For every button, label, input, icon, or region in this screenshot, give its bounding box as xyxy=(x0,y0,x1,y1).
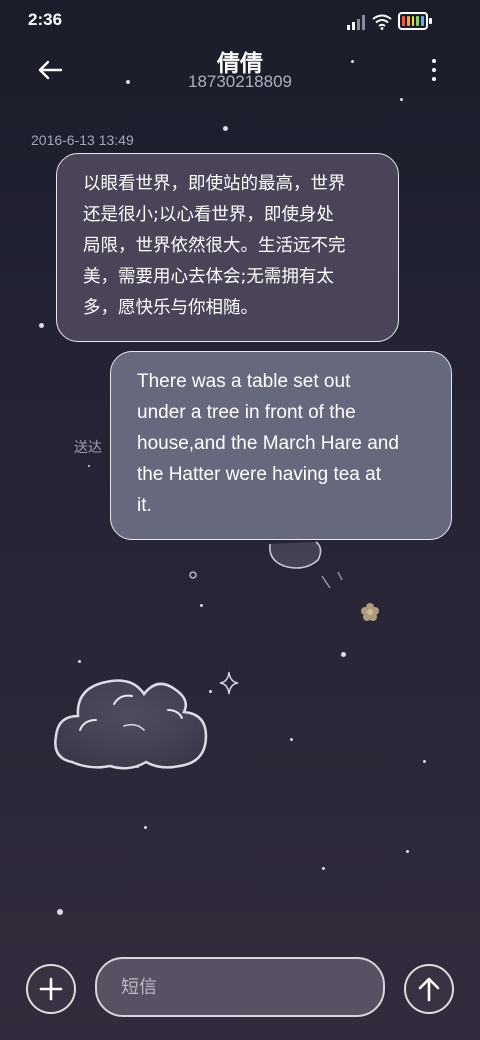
conversation-header: 倩倩 18730218809 xyxy=(0,44,480,104)
send-button[interactable] xyxy=(404,964,454,1014)
flower-decoration-icon xyxy=(361,603,379,621)
message-line: 多，愿快乐与你相随。 xyxy=(83,298,258,318)
battery-icon xyxy=(398,12,428,30)
more-options-button[interactable] xyxy=(422,56,446,84)
arrow-up-icon xyxy=(418,977,440,1002)
signal-icon xyxy=(347,15,365,30)
rain-lines-decoration xyxy=(321,571,343,589)
message-line: There was a table set out xyxy=(137,371,351,392)
message-line: it. xyxy=(137,495,152,516)
message-timestamp: 2016-6-13 13:49 xyxy=(31,132,134,148)
ring-decoration-icon xyxy=(189,571,197,579)
message-line: 美，需要用心去体会;无需拥有太 xyxy=(83,267,334,287)
status-icons xyxy=(346,12,456,32)
incoming-message-bubble[interactable]: 以眼看世界，即使站的最高，世界 还是很小;以心看世界，即使身处 局限，世界依然很… xyxy=(56,153,399,342)
delivery-status: 送达 xyxy=(74,440,102,456)
contact-phone-number: 18730218809 xyxy=(187,72,292,91)
battery-tip xyxy=(429,18,432,24)
cloud-decoration xyxy=(54,679,208,770)
outgoing-message-bubble[interactable]: There was a table set out under a tree i… xyxy=(110,351,452,540)
sparkle-icon xyxy=(219,671,239,695)
plus-icon xyxy=(39,977,63,1001)
status-bar: 2:36 xyxy=(0,0,480,44)
more-vertical-icon xyxy=(432,59,436,63)
message-line: 还是很小;以心看世界，即使身处 xyxy=(83,205,334,225)
add-attachment-button[interactable] xyxy=(26,964,76,1014)
message-line: house,and the March Hare and xyxy=(137,433,399,454)
message-line: under a tree in front of the xyxy=(137,402,356,423)
wifi-icon xyxy=(372,14,392,30)
message-input[interactable] xyxy=(95,957,385,1017)
message-composer xyxy=(0,950,480,1030)
message-line: the Hatter were having tea at xyxy=(137,464,381,485)
message-line: 以眼看世界，即使站的最高，世界 xyxy=(83,174,346,194)
message-line: 局限，世界依然很大。生活远不完 xyxy=(83,236,346,256)
status-time: 2:36 xyxy=(28,10,63,29)
